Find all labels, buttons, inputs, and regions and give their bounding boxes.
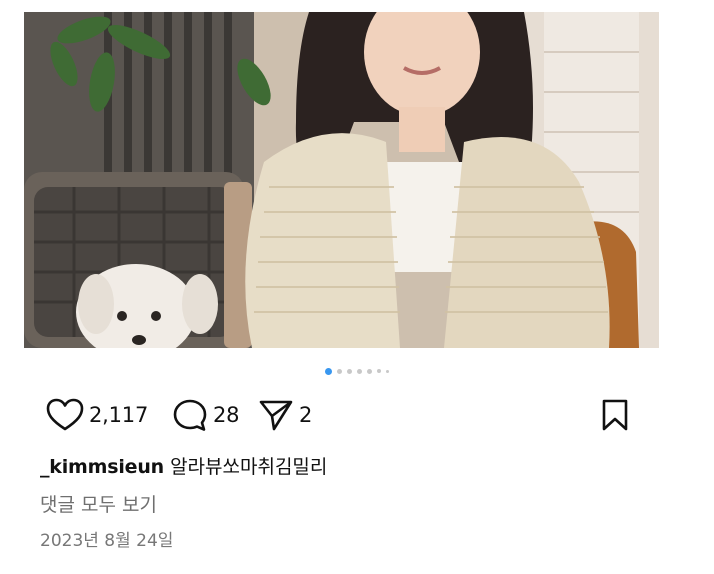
share-button[interactable]: 2	[258, 396, 312, 434]
speech-bubble-icon[interactable]	[172, 398, 208, 432]
carousel-dot	[386, 369, 389, 373]
carousel-dot	[347, 368, 352, 374]
comment-count[interactable]: 28	[213, 403, 240, 427]
carousel-dot-active	[325, 367, 332, 375]
paper-plane-icon[interactable]	[258, 398, 294, 432]
caption-text: 알라뷰쏘마취김밀리	[170, 456, 328, 478]
like-count[interactable]: 2,117	[89, 403, 148, 427]
username-link[interactable]: _kimmsieun	[40, 456, 164, 478]
carousel-dot	[357, 368, 362, 374]
carousel-indicator	[0, 365, 714, 377]
post-date: 2023년 8월 24일	[40, 531, 174, 551]
post-action-bar: 2,117 28 2	[46, 396, 636, 434]
post-caption: _kimmsieun 알라뷰쏘마취김밀리	[40, 452, 327, 479]
post-photo[interactable]	[24, 12, 659, 348]
carousel-dot	[367, 368, 372, 374]
carousel-dot	[377, 369, 381, 373]
view-all-comments-link[interactable]: 댓글 모두 보기	[40, 490, 157, 517]
like-button[interactable]: 2,117	[46, 396, 148, 434]
bookmark-icon[interactable]	[600, 398, 630, 432]
post-photo-illustration	[24, 12, 659, 348]
comment-button[interactable]: 28	[172, 396, 240, 434]
carousel-dot	[337, 368, 342, 374]
share-count[interactable]: 2	[299, 403, 312, 427]
heart-outline-icon[interactable]	[46, 398, 84, 432]
save-button[interactable]	[600, 396, 630, 434]
